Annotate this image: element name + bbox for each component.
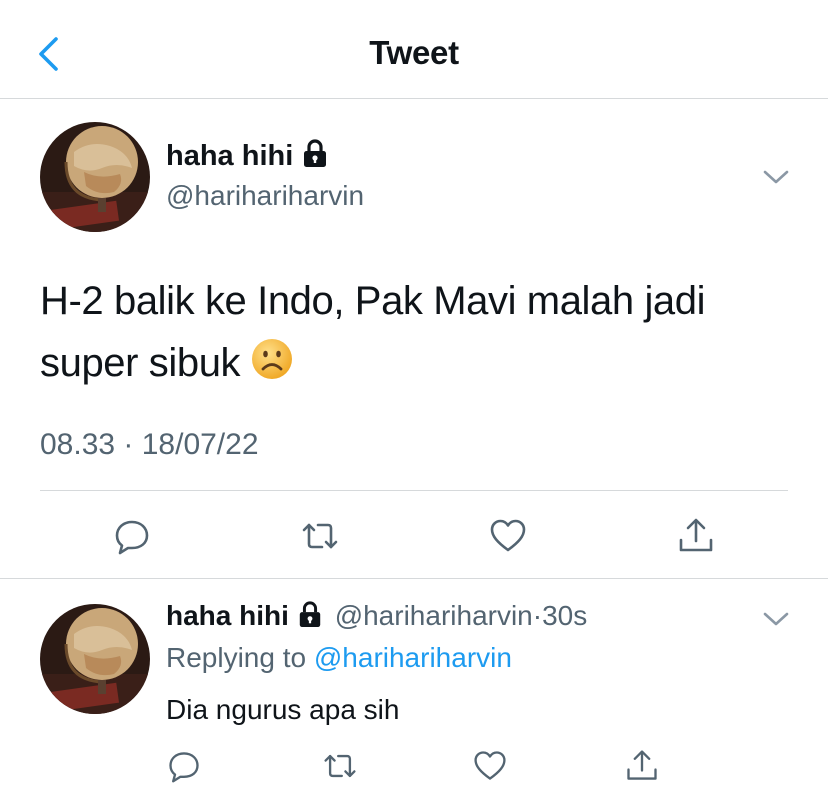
user-handle[interactable]: @harihariharvin: [166, 180, 364, 212]
tweet-timestamp[interactable]: 08.33 · 18/07/22: [40, 428, 259, 462]
replying-to-link[interactable]: @harihariharvin: [314, 642, 512, 673]
tweet-text: H-2 balik ke Indo, Pak Mavi malah jadi s…: [40, 279, 706, 385]
chevron-down-icon[interactable]: [762, 168, 790, 186]
like-icon[interactable]: [472, 748, 508, 784]
comment-icon[interactable]: [166, 748, 202, 784]
lock-icon: [304, 139, 327, 167]
chevron-down-icon[interactable]: [762, 610, 790, 628]
retweet-icon[interactable]: [322, 748, 358, 784]
avatar[interactable]: [40, 604, 150, 714]
display-name[interactable]: haha hihi: [166, 138, 329, 173]
avatar[interactable]: [40, 122, 150, 232]
lock-icon: [299, 601, 321, 627]
user-handle[interactable]: @harihariharvin: [335, 600, 533, 631]
replying-label: Replying to: [166, 642, 307, 673]
divider: [0, 578, 828, 579]
comment-icon[interactable]: [112, 516, 152, 556]
reply-time[interactable]: 30s: [542, 600, 587, 631]
display-name[interactable]: haha hihi: [166, 600, 289, 631]
page-title: Tweet: [369, 34, 459, 71]
separator-dot: ·: [532, 600, 543, 631]
frowning-face-emoji: [252, 339, 293, 379]
retweet-icon[interactable]: [300, 516, 340, 556]
share-icon[interactable]: [676, 516, 716, 556]
like-icon[interactable]: [488, 516, 528, 556]
divider: [40, 490, 788, 491]
share-icon[interactable]: [624, 748, 660, 784]
reply-header: haha hihi @harihariharvin·30s: [166, 600, 587, 632]
reply-text: Dia ngurus apa sih: [166, 694, 400, 725]
replying-to: Replying to @harihariharvin: [166, 642, 512, 674]
top-nav-bar: Tweet: [0, 0, 828, 99]
